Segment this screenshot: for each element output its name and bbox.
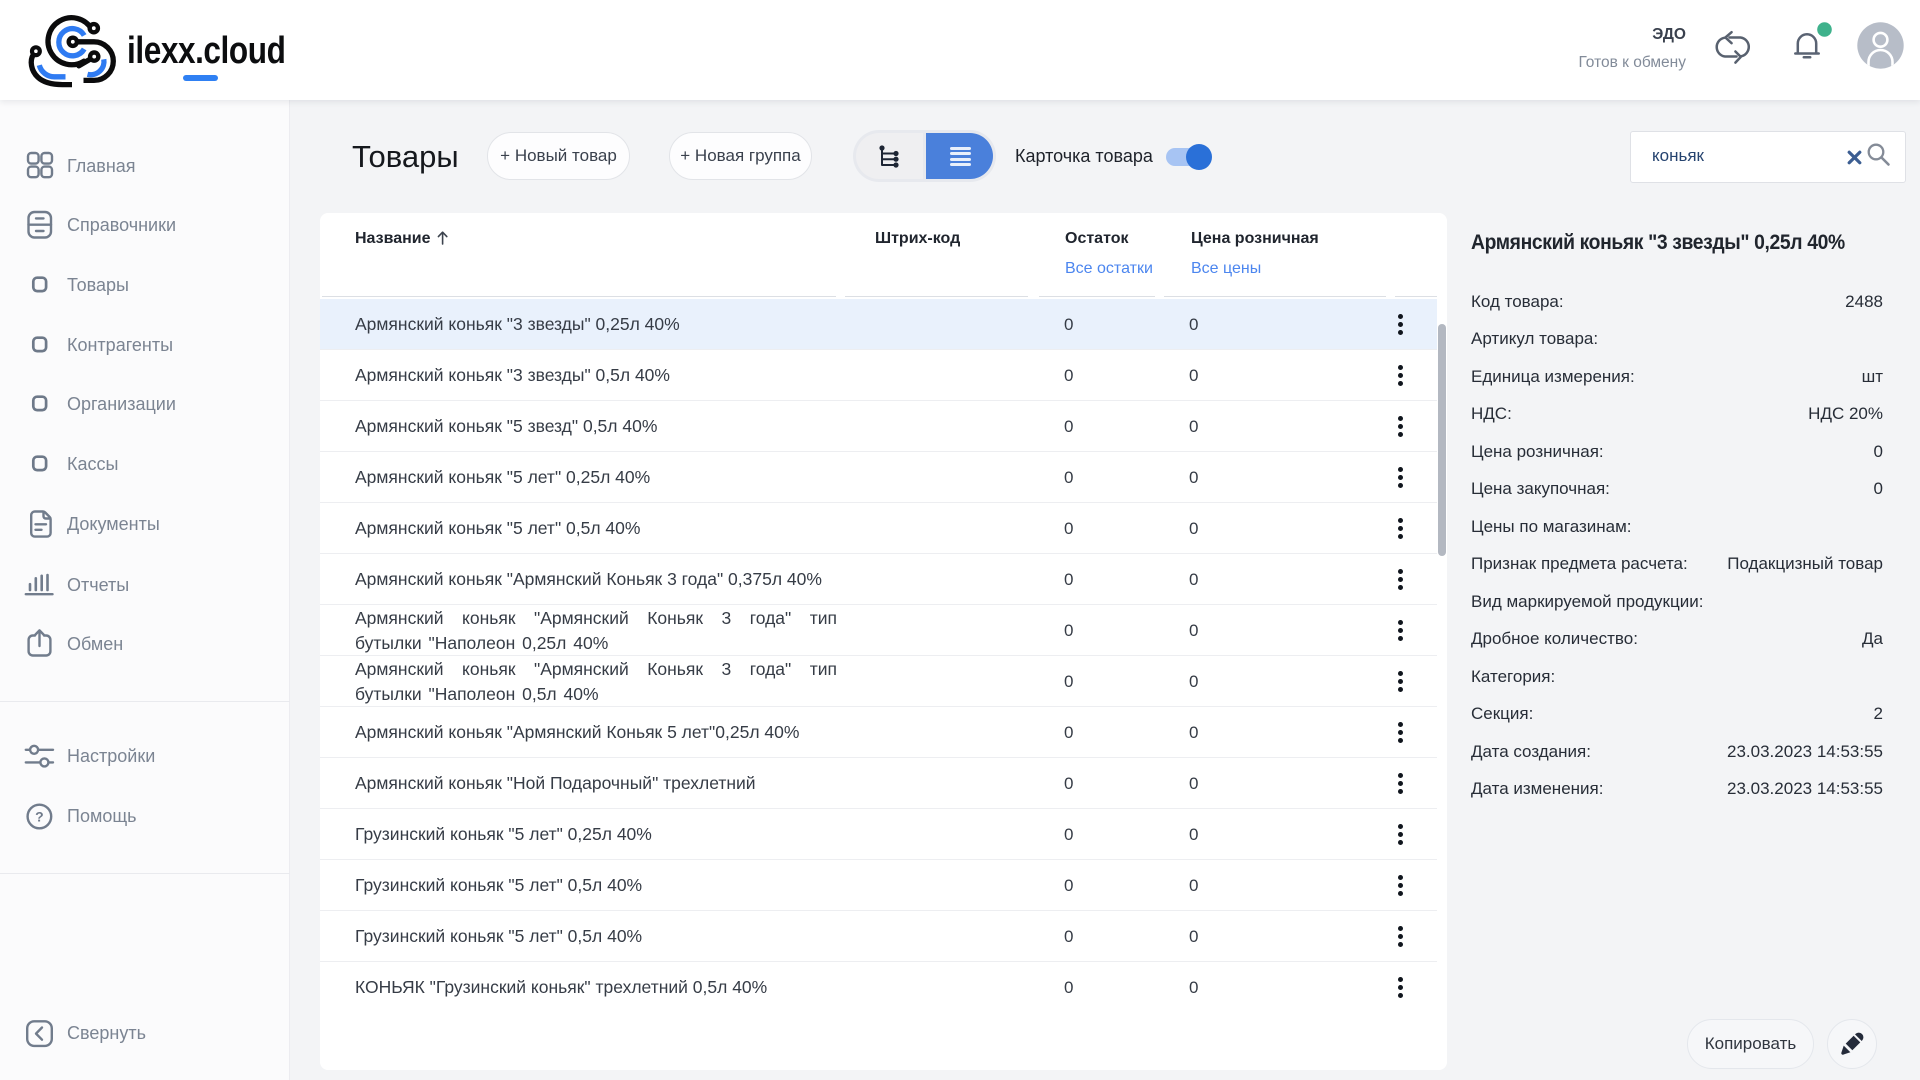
svg-text:?: ?: [35, 808, 44, 824]
